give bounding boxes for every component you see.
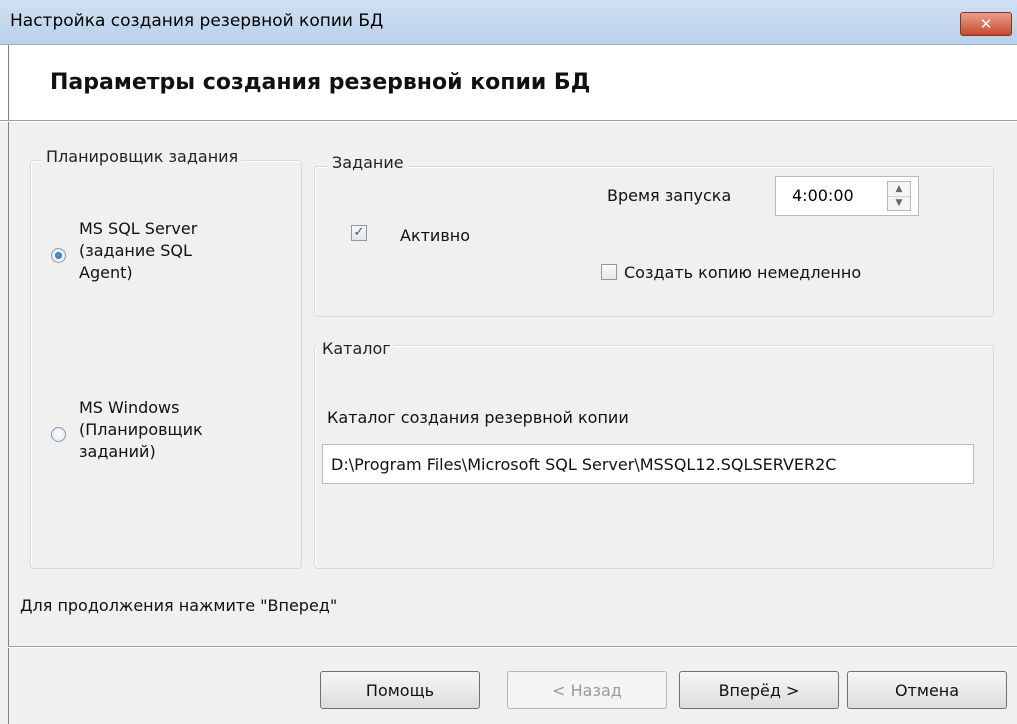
dialog-header: Параметры создания резервной копии БД xyxy=(0,45,1017,120)
option-line: MS SQL Server xyxy=(79,219,198,238)
radio-ms-windows[interactable] xyxy=(51,427,66,442)
start-time-label: Время запуска xyxy=(607,186,732,205)
next-button[interactable]: Вперёд > xyxy=(679,671,839,709)
spin-down-icon[interactable]: ▼ xyxy=(888,196,910,210)
help-button[interactable]: Помощь xyxy=(320,671,480,709)
window-title: Настройка создания резервной копии БД xyxy=(10,11,384,31)
back-button[interactable]: < Назад xyxy=(507,671,667,709)
backup-now-label: Создать копию немедленно xyxy=(624,263,862,282)
title-bar: Настройка создания резервной копии БД ✕ xyxy=(0,0,1017,45)
catalog-path-input[interactable] xyxy=(322,444,974,484)
cancel-button[interactable]: Отмена xyxy=(847,671,1007,709)
option-line: (задание SQL xyxy=(79,241,192,260)
catalog-legend: Каталог xyxy=(318,339,395,358)
task-legend: Задание xyxy=(328,153,408,172)
start-time-input[interactable]: 4:00:00 ▲ ▼ xyxy=(775,176,919,216)
option-line: MS Windows xyxy=(79,398,180,417)
radio-ms-sql-server-label[interactable]: MS SQL Server (задание SQL Agent) xyxy=(79,218,197,284)
time-spinner[interactable]: ▲ ▼ xyxy=(887,181,911,211)
header-divider-highlight xyxy=(0,121,1017,122)
active-label: Активно xyxy=(400,226,471,245)
radio-ms-windows-label[interactable]: MS Windows (Планировщик заданий) xyxy=(79,397,203,463)
start-time-value: 4:00:00 xyxy=(792,186,854,205)
catalog-path-label: Каталог создания резервной копии xyxy=(327,408,629,427)
page-title: Параметры создания резервной копии БД xyxy=(50,70,591,95)
option-line: заданий) xyxy=(79,442,156,461)
spin-up-icon[interactable]: ▲ xyxy=(888,182,910,197)
option-line: Agent) xyxy=(79,263,133,282)
status-hint: Для продолжения нажмите "Вперед" xyxy=(20,596,338,615)
active-checkbox[interactable]: ✓ xyxy=(351,225,367,241)
scheduler-legend: Планировщик задания xyxy=(42,147,243,166)
close-icon[interactable]: ✕ xyxy=(960,12,1012,36)
option-line: (Планировщик xyxy=(79,420,203,439)
radio-ms-sql-server[interactable] xyxy=(51,248,66,263)
footer-divider-highlight xyxy=(8,647,1017,648)
backup-now-checkbox[interactable] xyxy=(601,264,617,280)
window-left-border xyxy=(8,45,9,724)
